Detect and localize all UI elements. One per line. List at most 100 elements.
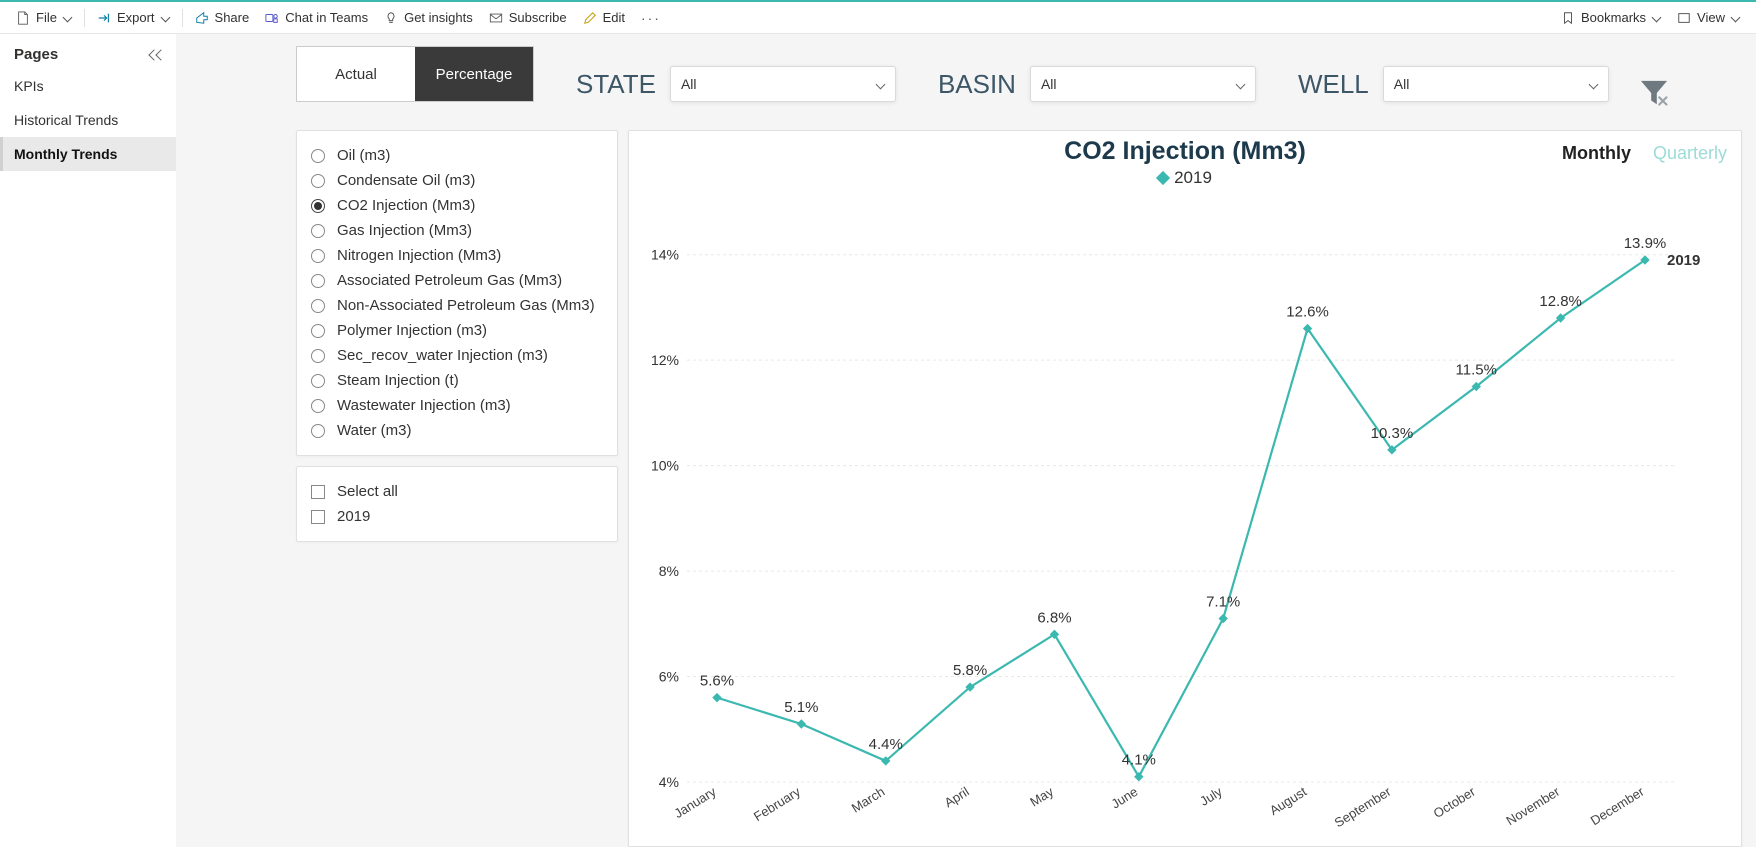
svg-text:5.6%: 5.6% xyxy=(700,673,734,690)
svg-text:April: April xyxy=(942,784,972,811)
well-filter-label: WELL xyxy=(1298,69,1369,100)
percentage-button[interactable]: Percentage xyxy=(415,47,533,101)
quarterly-toggle[interactable]: Quarterly xyxy=(1653,143,1727,164)
svg-text:12.8%: 12.8% xyxy=(1539,293,1582,310)
svg-text:10.3%: 10.3% xyxy=(1371,425,1414,442)
metric-radio[interactable]: Nitrogen Injection (Mm3) xyxy=(311,243,603,268)
view-label: View xyxy=(1697,10,1725,25)
chevron-down-icon xyxy=(1652,13,1661,22)
metric-label: Oil (m3) xyxy=(337,147,390,164)
radio-icon xyxy=(311,299,325,313)
svg-text:February: February xyxy=(751,784,803,825)
checkbox-icon xyxy=(311,485,325,499)
radio-icon xyxy=(311,149,325,163)
file-icon xyxy=(16,11,30,25)
chat-teams-button[interactable]: Chat in Teams xyxy=(257,2,376,34)
svg-text:June: June xyxy=(1109,784,1141,812)
radio-icon xyxy=(311,399,325,413)
basin-filter-label: BASIN xyxy=(938,69,1016,100)
page-item[interactable]: Monthly Trends xyxy=(0,137,176,171)
metric-label: Condensate Oil (m3) xyxy=(337,172,475,189)
view-menu[interactable]: View xyxy=(1669,2,1748,34)
metric-radio[interactable]: Polymer Injection (m3) xyxy=(311,318,603,343)
metric-radio[interactable]: Oil (m3) xyxy=(311,143,603,168)
metric-label: Sec_recov_water Injection (m3) xyxy=(337,347,548,364)
page-item[interactable]: Historical Trends xyxy=(0,103,176,137)
metric-radio[interactable]: Wastewater Injection (m3) xyxy=(311,393,603,418)
metric-label: Steam Injection (t) xyxy=(337,372,459,389)
svg-text:2019: 2019 xyxy=(1667,252,1700,269)
more-button[interactable]: ··· xyxy=(633,2,669,34)
bookmarks-label: Bookmarks xyxy=(1581,10,1646,25)
well-filter-dropdown[interactable]: All xyxy=(1383,66,1609,102)
metric-radio[interactable]: Water (m3) xyxy=(311,418,603,443)
svg-text:4.4%: 4.4% xyxy=(869,736,903,753)
monthly-toggle[interactable]: Monthly xyxy=(1562,143,1631,164)
share-button[interactable]: Share xyxy=(187,2,258,34)
toolbar: File Export Share xyxy=(0,2,1756,34)
chat-label: Chat in Teams xyxy=(285,10,368,25)
view-icon xyxy=(1677,11,1691,25)
metric-radio[interactable]: Non-Associated Petroleum Gas (Mm3) xyxy=(311,293,603,318)
svg-text:5.8%: 5.8% xyxy=(953,662,987,679)
legend-text: 2019 xyxy=(1174,168,1212,188)
teams-icon xyxy=(265,11,279,25)
metric-label: Polymer Injection (m3) xyxy=(337,322,487,339)
svg-text:October: October xyxy=(1431,783,1479,821)
file-menu[interactable]: File xyxy=(8,2,80,34)
chevron-down-icon xyxy=(1589,80,1598,89)
state-filter-label: STATE xyxy=(576,69,656,100)
metric-label: Associated Petroleum Gas (Mm3) xyxy=(337,272,562,289)
bulb-icon xyxy=(384,11,398,25)
subscribe-button[interactable]: Subscribe xyxy=(481,2,575,34)
svg-text:14%: 14% xyxy=(651,247,679,263)
chevron-down-icon xyxy=(1731,13,1740,22)
insights-label: Get insights xyxy=(404,10,473,25)
get-insights-button[interactable]: Get insights xyxy=(376,2,481,34)
metric-radio[interactable]: Sec_recov_water Injection (m3) xyxy=(311,343,603,368)
select-all-label: Select all xyxy=(337,483,398,500)
svg-text:August: August xyxy=(1267,784,1310,818)
bookmarks-menu[interactable]: Bookmarks xyxy=(1553,2,1669,34)
separator xyxy=(182,9,183,27)
svg-text:4.1%: 4.1% xyxy=(1122,752,1156,769)
metric-radio[interactable]: Condensate Oil (m3) xyxy=(311,168,603,193)
actual-percentage-segment: Actual Percentage xyxy=(296,46,534,102)
metric-label: Wastewater Injection (m3) xyxy=(337,397,511,414)
export-menu[interactable]: Export xyxy=(89,2,178,34)
metric-radio[interactable]: Steam Injection (t) xyxy=(311,368,603,393)
radio-icon xyxy=(311,249,325,263)
share-label: Share xyxy=(215,10,250,25)
radio-icon xyxy=(311,374,325,388)
metric-selector-card: Oil (m3) Condensate Oil (m3) CO2 Injection… xyxy=(296,130,618,456)
svg-text:6%: 6% xyxy=(659,669,679,685)
svg-text:10%: 10% xyxy=(651,458,679,474)
report-canvas: Actual Percentage STATE All BASIN All xyxy=(176,34,1756,847)
clear-filter-icon[interactable] xyxy=(1639,79,1669,107)
file-label: File xyxy=(36,10,57,25)
basin-filter-dropdown[interactable]: All xyxy=(1030,66,1256,102)
metric-radio[interactable]: CO2 Injection (Mm3) xyxy=(311,193,603,218)
actual-button[interactable]: Actual xyxy=(297,47,415,101)
year-checkbox[interactable]: 2019 xyxy=(311,504,603,529)
page-item[interactable]: KPIs xyxy=(0,69,176,103)
metric-radio[interactable]: Associated Petroleum Gas (Mm3) xyxy=(311,268,603,293)
svg-text:11.5%: 11.5% xyxy=(1456,362,1497,379)
metric-radio[interactable]: Gas Injection (Mm3) xyxy=(311,218,603,243)
state-filter-value: All xyxy=(681,76,697,92)
chevron-down-icon xyxy=(161,13,170,22)
select-all-checkbox[interactable]: Select all xyxy=(311,479,603,504)
collapse-pages-icon[interactable] xyxy=(148,48,166,62)
bookmark-icon xyxy=(1561,11,1575,25)
chart-plot: 4%6%8%10%12%14%JanuaryFebruaryMarchApril… xyxy=(639,188,1731,842)
svg-text:September: September xyxy=(1332,783,1394,830)
radio-icon xyxy=(311,199,325,213)
svg-text:12%: 12% xyxy=(651,352,679,368)
share-icon xyxy=(195,11,209,25)
radio-icon xyxy=(311,274,325,288)
edit-button[interactable]: Edit xyxy=(575,2,633,34)
metric-label: Non-Associated Petroleum Gas (Mm3) xyxy=(337,297,595,314)
state-filter-dropdown[interactable]: All xyxy=(670,66,896,102)
period-toggle: Monthly Quarterly xyxy=(1562,143,1727,164)
svg-text:6.8%: 6.8% xyxy=(1037,609,1071,626)
